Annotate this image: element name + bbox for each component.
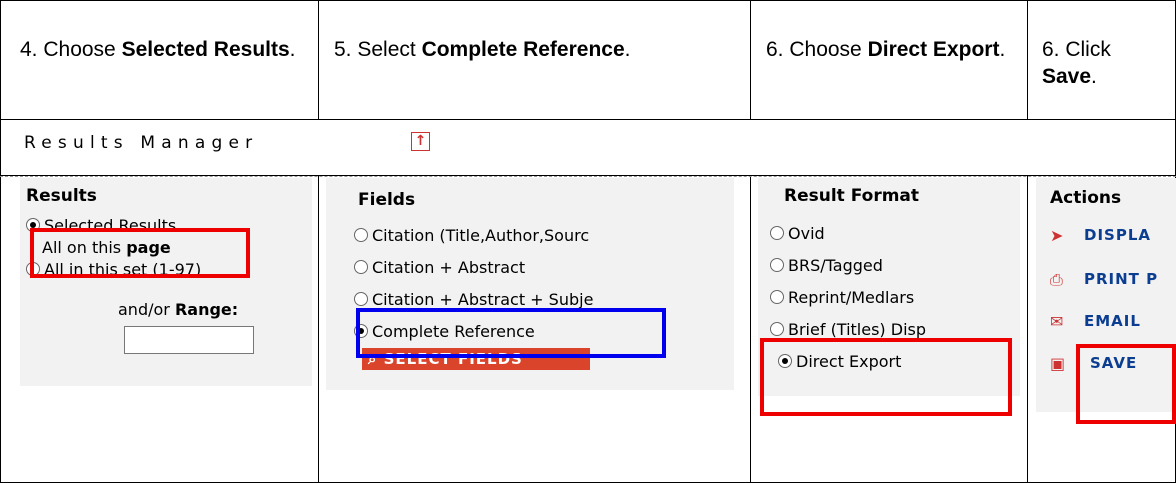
results-panel: Results Selected Results All on this pag… [20,178,312,386]
col-divider [750,176,751,483]
radio-brs-tagged[interactable]: BRS/Tagged [770,256,883,275]
actions-heading: Actions [1050,188,1122,208]
col-divider [318,176,319,483]
radio-icon[interactable] [354,228,368,242]
radio-brief-titles[interactable]: Brief (Titles) Disp [770,320,926,339]
print-icon[interactable]: ⎙ [1050,270,1063,290]
radio-icon[interactable] [354,292,368,306]
results-heading: Results [26,186,97,206]
radio-ovid[interactable]: Ovid [770,224,825,243]
radio-citation-abstract[interactable]: Citation + Abstract [354,258,525,277]
col-divider [750,0,751,119]
print-action[interactable]: PRINT P [1084,270,1158,288]
step-4-text: 4. Choose Selected Results. [20,38,296,61]
row-divider [0,119,1176,120]
fields-panel: Fields Citation (Title,Author,Sourc Cita… [326,178,734,390]
email-action[interactable]: EMAIL [1084,312,1141,330]
radio-icon[interactable] [770,226,784,240]
highlight-save [1076,344,1176,424]
radio-icon[interactable] [770,290,784,304]
radio-citation-abstract-subject[interactable]: Citation + Abstract + Subje [354,290,593,309]
display-action[interactable]: DISPLA [1084,226,1151,244]
fields-heading: Fields [358,190,416,210]
range-input[interactable] [124,326,254,354]
highlight-complete-reference [356,308,666,358]
radio-icon[interactable] [770,258,784,272]
result-format-heading: Result Format [784,186,920,206]
up-arrow-icon[interactable]: ↑ [411,132,430,151]
display-icon[interactable]: ➤ [1050,226,1063,245]
radio-icon[interactable] [770,322,784,336]
radio-icon[interactable] [354,260,368,274]
radio-reprint-medlars[interactable]: Reprint/Medlars [770,288,914,307]
highlight-selected-results [30,228,250,278]
results-manager-title: Results Manager [24,133,259,153]
col-divider [1027,0,1028,119]
highlight-direct-export [760,338,1012,416]
range-label: and/or Range: [118,300,239,319]
step-5-text: 5. Select Complete Reference. [334,38,631,61]
radio-citation[interactable]: Citation (Title,Author,Sourc [354,226,589,245]
step-6-direct-export-text: 6. Choose Direct Export. [766,38,1006,61]
col-divider [1027,176,1028,483]
email-icon[interactable]: ✉ [1050,312,1063,331]
divider [0,176,1176,177]
col-divider [318,0,319,119]
save-icon[interactable]: ▣ [1050,354,1065,373]
step-6-save-text: 6. Click Save. [1042,38,1111,88]
